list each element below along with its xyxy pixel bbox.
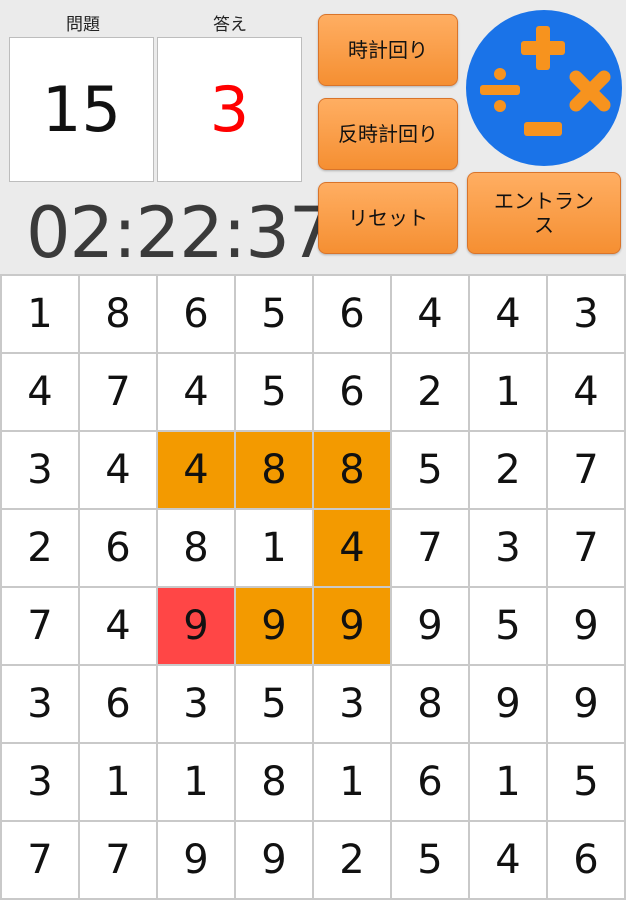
grid-cell[interactable]: 5	[392, 822, 468, 898]
grid-cell[interactable]: 3	[2, 666, 78, 742]
answer-box: 3	[157, 37, 302, 182]
grid-cell[interactable]: 7	[80, 354, 156, 430]
grid-cell[interactable]: 1	[314, 744, 390, 820]
grid-cell[interactable]: 7	[80, 822, 156, 898]
grid-cell[interactable]: 5	[392, 432, 468, 508]
grid-cell[interactable]: 9	[314, 588, 390, 664]
grid-cell[interactable]: 9	[470, 666, 546, 742]
math-operators-logo-icon[interactable]	[466, 10, 622, 166]
grid-cell[interactable]: 4	[470, 276, 546, 352]
grid-cell[interactable]: 4	[80, 588, 156, 664]
grid-cell[interactable]: 6	[392, 744, 468, 820]
answer-value: 3	[209, 73, 250, 146]
grid-cell[interactable]: 8	[236, 432, 312, 508]
grid-cell[interactable]: 6	[80, 666, 156, 742]
grid-cell[interactable]: 1	[470, 354, 546, 430]
grid-cell[interactable]: 3	[158, 666, 234, 742]
grid-cell[interactable]: 2	[470, 432, 546, 508]
grid-cell[interactable]: 4	[470, 822, 546, 898]
grid-cell[interactable]: 5	[470, 588, 546, 664]
grid-cell[interactable]: 6	[314, 354, 390, 430]
grid-cell[interactable]: 5	[236, 666, 312, 742]
clockwise-button[interactable]: 時計回り	[318, 14, 458, 86]
grid-cell[interactable]: 9	[236, 822, 312, 898]
grid-cell[interactable]: 8	[236, 744, 312, 820]
grid-cell[interactable]: 3	[2, 744, 78, 820]
grid-cell[interactable]: 9	[158, 822, 234, 898]
grid-cell[interactable]: 7	[2, 588, 78, 664]
grid-cell[interactable]: 6	[314, 276, 390, 352]
grid-cell[interactable]: 7	[548, 432, 624, 508]
grid-cell[interactable]: 2	[392, 354, 468, 430]
grid-cell[interactable]: 9	[548, 666, 624, 742]
grid-cell[interactable]: 3	[314, 666, 390, 742]
grid-cell[interactable]: 6	[158, 276, 234, 352]
grid-cell[interactable]: 7	[548, 510, 624, 586]
grid-cell[interactable]: 6	[80, 510, 156, 586]
grid-cell[interactable]: 8	[392, 666, 468, 742]
grid-cell[interactable]: 3	[470, 510, 546, 586]
grid-cell[interactable]: 8	[314, 432, 390, 508]
grid-cell[interactable]: 9	[236, 588, 312, 664]
grid-cell[interactable]: 4	[158, 354, 234, 430]
problem-value: 15	[42, 73, 121, 146]
grid-cell[interactable]: 8	[80, 276, 156, 352]
grid-cell[interactable]: 2	[2, 510, 78, 586]
grid-cell[interactable]: 1	[236, 510, 312, 586]
grid-cell[interactable]: 2	[314, 822, 390, 898]
grid-cell[interactable]: 4	[2, 354, 78, 430]
grid-cell[interactable]: 9	[392, 588, 468, 664]
problem-label: 問題	[66, 15, 100, 35]
grid-cell[interactable]: 8	[158, 510, 234, 586]
grid-cell[interactable]: 1	[80, 744, 156, 820]
grid-cell[interactable]: 6	[548, 822, 624, 898]
grid-cell[interactable]: 7	[392, 510, 468, 586]
grid-cell[interactable]: 1	[158, 744, 234, 820]
reset-button[interactable]: リセット	[318, 182, 458, 254]
grid-cell[interactable]: 1	[470, 744, 546, 820]
grid-cell[interactable]: 7	[2, 822, 78, 898]
grid-cell[interactable]: 9	[548, 588, 624, 664]
grid-cell[interactable]: 1	[2, 276, 78, 352]
counter-clockwise-button[interactable]: 反時計回り	[318, 98, 458, 170]
grid-cell[interactable]: 9	[158, 588, 234, 664]
answer-label: 答え	[213, 15, 247, 35]
grid-cell[interactable]: 4	[158, 432, 234, 508]
grid-cell[interactable]: 4	[548, 354, 624, 430]
grid-cell[interactable]: 5	[548, 744, 624, 820]
problem-box: 15	[9, 37, 154, 182]
grid-cell[interactable]: 4	[314, 510, 390, 586]
grid-cell[interactable]: 3	[548, 276, 624, 352]
grid-cell[interactable]: 4	[392, 276, 468, 352]
elapsed-timer: 02:22:37	[26, 192, 333, 274]
grid-cell[interactable]: 5	[236, 354, 312, 430]
entrance-button[interactable]: エントランス	[467, 172, 621, 254]
grid-cell[interactable]: 3	[2, 432, 78, 508]
number-grid: 1865644347456214344885272681473774999959…	[0, 274, 626, 900]
grid-cell[interactable]: 5	[236, 276, 312, 352]
grid-cell[interactable]: 4	[80, 432, 156, 508]
